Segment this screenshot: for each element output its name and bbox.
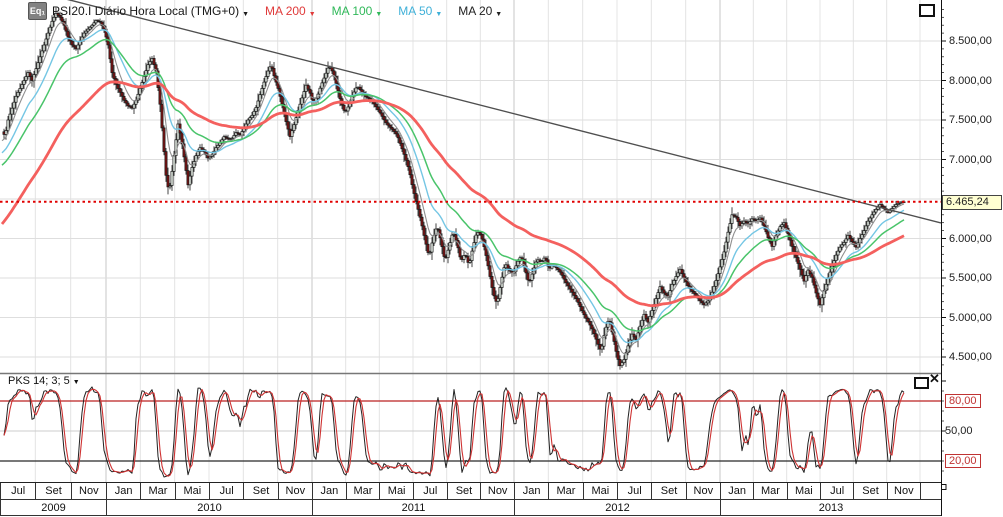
chevron-down-icon: ▼ (435, 11, 443, 18)
time-axis-month: Jan (514, 483, 549, 500)
time-axis-month: Mar (345, 483, 380, 500)
time-axis-year: 2012 (514, 500, 720, 516)
time-axis-month: Nov (70, 483, 106, 500)
time-axis-month: Set (35, 483, 71, 500)
time-axis-month: Set (651, 483, 686, 500)
time-axis-month: Mai (174, 483, 209, 500)
panel-close-icon[interactable]: ✕ (929, 372, 940, 386)
instrument-icon: Eq₁ (28, 2, 47, 20)
time-axis-month: Nov (480, 483, 514, 500)
chevron-down-icon: ▼ (72, 378, 80, 386)
time-axis-month: Nov (886, 483, 920, 500)
price-axis-label: 5.500,00 (949, 272, 992, 284)
time-axis-month: Jul (209, 483, 244, 500)
time-axis-month: Mar (140, 483, 175, 500)
panel-maximize-icon[interactable] (914, 377, 929, 389)
chart-window: Eq₁ PSI20.I Diário Hora Local (TMG+0) ▼ M… (0, 0, 1003, 517)
time-axis-month: Nov (277, 483, 312, 500)
time-axis-month: Nov (685, 483, 720, 500)
time-axis-month: Mai (582, 483, 617, 500)
time-axis-month: Set (853, 483, 887, 500)
time-axis-month: Set (446, 483, 481, 500)
instrument-title-dropdown[interactable]: PSI20.I Diário Hora Local (TMG+0) ▼ (52, 4, 249, 18)
time-axis-month: Jan (312, 483, 346, 500)
chevron-down-icon: ▼ (308, 11, 316, 18)
time-axis-month: Jul (413, 483, 447, 500)
time-axis-year: 2013 (720, 500, 941, 516)
indicator-label-ma-50[interactable]: MA 50 ▼ (398, 4, 442, 18)
maximize-icon[interactable] (919, 4, 935, 17)
price-axis-label: 8.500,00 (949, 35, 992, 47)
chevron-down-icon: ▼ (495, 11, 503, 18)
chevron-down-icon: ▼ (375, 11, 383, 18)
stochastic-indicator-dropdown[interactable]: PKS 14; 3; 5 ▼ (8, 375, 80, 387)
time-axis-month: Jul (0, 483, 36, 500)
price-axis-label: 5.000,00 (949, 311, 992, 324)
time-axis-month: Jul (617, 483, 652, 500)
price-axis-label: 7.000,00 (949, 153, 992, 166)
chart-title: PSI20.I Diário Hora Local (TMG+0) (52, 4, 240, 18)
indicator-label-ma-200[interactable]: MA 200 ▼ (265, 4, 316, 18)
price-axis-label: 8.000,00 (949, 74, 992, 87)
last-price-badge: 6.465,24 (942, 195, 1002, 210)
time-axis-month: Jan (720, 483, 754, 500)
chart-canvas[interactable] (0, 0, 1003, 517)
time-axis-year: 2009 (0, 500, 106, 516)
time-axis-month: Mar (548, 483, 583, 500)
time-axis-month: Mai (786, 483, 820, 500)
stochastic-label: PKS 14; 3; 5 (8, 375, 70, 387)
stoch-level-label: 80,00 (945, 394, 981, 408)
time-axis-year: 2010 (106, 500, 312, 516)
chevron-down-icon: ▼ (242, 11, 250, 18)
time-axis-month: Mar (753, 483, 787, 500)
price-axis-label: 4.500,00 (949, 351, 992, 363)
chart-header: Eq₁ PSI20.I Diário Hora Local (TMG+0) ▼ M… (28, 2, 502, 20)
time-axis-month: Jan (106, 483, 141, 500)
time-axis-month: Mai (379, 483, 413, 500)
time-axis-month: Jul (820, 483, 854, 500)
time-axis-month: Set (243, 483, 278, 500)
indicator-label-ma-100[interactable]: MA 100 ▼ (332, 4, 383, 18)
price-axis-label: 7.500,00 (949, 114, 992, 126)
stoch-level-label: 50,00 (945, 425, 973, 437)
time-axis-month (920, 483, 941, 500)
time-axis-year: 2011 (312, 500, 514, 516)
price-axis-label: 6.000,00 (949, 232, 992, 245)
stoch-level-label: 20,00 (945, 454, 981, 468)
indicator-label-ma-20[interactable]: MA 20 ▼ (458, 4, 502, 18)
